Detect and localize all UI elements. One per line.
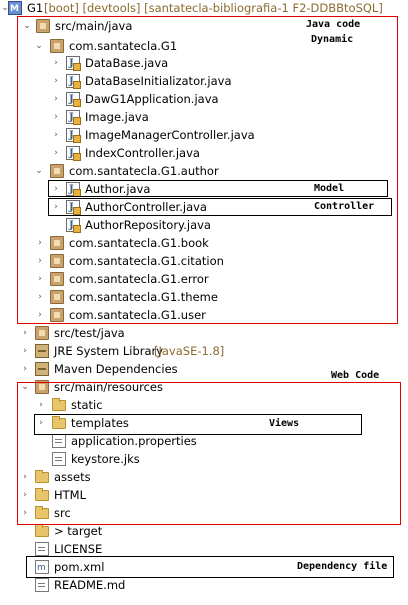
tree-item-label: JRE System Library xyxy=(54,344,164,358)
tree-item-label: src/test/java xyxy=(54,326,125,340)
annotation-controller: Controller xyxy=(314,201,375,212)
jre-decoration: [JavaSE-1.8] xyxy=(154,344,225,358)
annotation-model: Model xyxy=(314,183,345,194)
project-name: G1 xyxy=(27,1,44,15)
web-code-box xyxy=(17,382,401,525)
source-folder-icon xyxy=(35,326,49,340)
views-highlight-box xyxy=(34,414,362,435)
annotation-java-code: Java code xyxy=(306,19,361,30)
tree-item-label: Maven Dependencies xyxy=(54,362,178,376)
collapse-arrow-icon[interactable]: › xyxy=(20,324,30,342)
file-icon xyxy=(35,578,49,592)
annotation-web-code: Web Code xyxy=(331,370,380,381)
tree-item-label: README.md xyxy=(54,578,126,592)
file-icon xyxy=(35,542,49,556)
collapse-arrow-icon[interactable]: › xyxy=(20,360,30,378)
folder-icon xyxy=(35,524,49,537)
project-decoration: [boot] [devtools] [santatecla-bibliograf… xyxy=(44,1,383,15)
collapse-arrow-icon[interactable]: › xyxy=(20,342,30,360)
library-icon xyxy=(35,344,49,358)
annotation-views: Views xyxy=(269,418,300,429)
annotation-dynamic: Dynamic xyxy=(311,34,354,45)
library-icon xyxy=(35,362,49,376)
java-code-box xyxy=(17,16,398,324)
annotation-dependency-file: Dependency file xyxy=(297,561,388,572)
maven-project-icon xyxy=(8,0,22,18)
